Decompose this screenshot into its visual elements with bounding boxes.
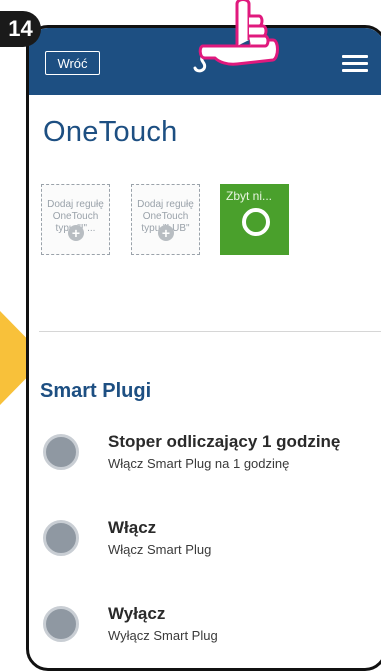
list-item-off[interactable]: Wyłącz Wyłącz Smart Plug: [29, 604, 381, 664]
add-and-rule-tile[interactable]: Dodaj regułę OneTouch typu "I"... +: [41, 184, 110, 255]
add-or-rule-tile[interactable]: Dodaj regułę OneTouch typu "LUB" +: [131, 184, 200, 255]
plus-icon: +: [158, 225, 174, 241]
plus-icon: +: [68, 225, 84, 241]
ring-icon: [242, 208, 270, 236]
list-item-title: Włącz: [108, 518, 157, 537]
pointing-hand-icon: [198, 0, 279, 66]
step-number-badge: 14: [0, 11, 41, 47]
page-title: OneTouch: [43, 116, 178, 148]
onetouch-rule-tile[interactable]: Zbyt ni...: [220, 184, 289, 255]
tile-label: Zbyt ni...: [226, 189, 273, 203]
phone-frame: Wróć OneTouch Dodaj regułę OneTouch typu…: [26, 25, 381, 671]
list-item-subtitle: Wyłącz Smart Plug: [108, 628, 218, 643]
status-circle-icon: [43, 520, 79, 556]
list-item-on[interactable]: Włącz Włącz Smart Plug: [29, 518, 381, 578]
hamburger-menu-icon[interactable]: [342, 55, 368, 72]
list-item-title: Stoper odliczający 1 godzinę: [108, 432, 341, 451]
status-circle-icon: [43, 606, 79, 642]
back-button[interactable]: Wróć: [45, 51, 100, 75]
list-item-subtitle: Włącz Smart Plug: [108, 542, 212, 557]
section-title: Smart Plugi: [40, 380, 152, 402]
list-item-title: Wyłącz: [108, 604, 166, 623]
list-item-subtitle: Włącz Smart Plug na 1 godzinę: [108, 456, 290, 471]
status-circle-icon: [43, 434, 79, 470]
divider: [39, 331, 381, 332]
list-item-timer[interactable]: Stoper odliczający 1 godzinę Włącz Smart…: [29, 432, 381, 492]
